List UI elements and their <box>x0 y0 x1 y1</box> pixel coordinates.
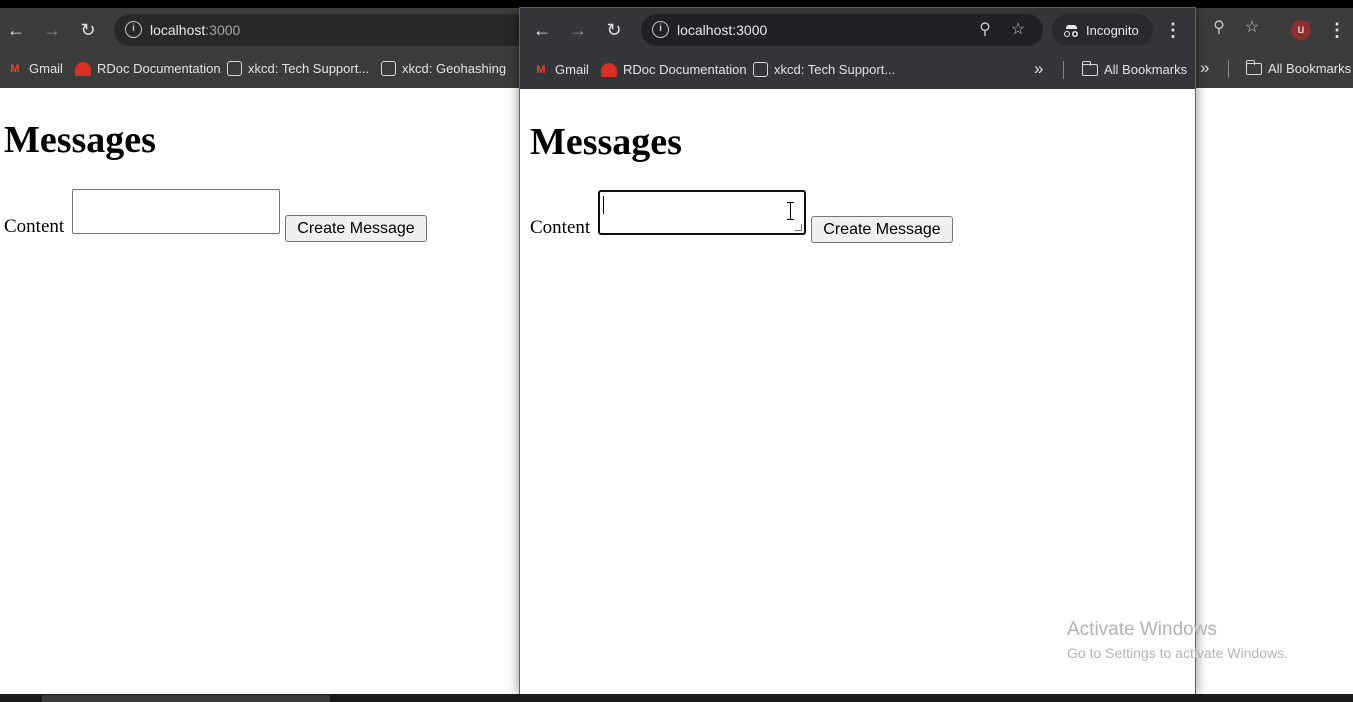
bookmark-star-icon[interactable]: ☆ <box>1241 17 1263 39</box>
incognito-icon <box>1064 24 1079 37</box>
url-port: :3000 <box>205 22 241 38</box>
bookmarks-separator <box>1228 60 1229 78</box>
xkcd-icon <box>381 61 396 76</box>
back-arrow-icon[interactable]: ← <box>529 17 555 43</box>
address-bar[interactable]: i localhost:3000 ⚲ ☆ <box>641 14 1043 46</box>
browser-window-incognito: ← → ↻ i localhost:3000 ⚲ ☆ Incognito ⋮ M… <box>519 7 1196 695</box>
xkcd-icon <box>227 61 242 76</box>
create-message-button[interactable]: Create Message <box>811 216 953 243</box>
bookmark-xkcd-tech-support[interactable]: xkcd: Tech Support... <box>227 61 369 76</box>
bookmark-star-icon[interactable]: ☆ <box>1007 19 1029 41</box>
browser-menu-icon[interactable]: ⋮ <box>1162 17 1184 43</box>
bookmark-label: xkcd: Geohashing <box>402 61 507 76</box>
resize-grip-icon[interactable] <box>795 224 802 231</box>
bookmark-gmail[interactable]: M Gmail <box>7 61 63 76</box>
page-content: Messages Content Create Message <box>520 89 1195 694</box>
rdoc-icon <box>601 62 617 77</box>
folder-icon <box>1081 60 1098 76</box>
rdoc-icon <box>75 61 91 76</box>
gmail-icon: M <box>10 62 20 75</box>
reload-icon[interactable]: ↻ <box>601 17 627 43</box>
zoom-icon[interactable]: ⚲ <box>1208 17 1230 39</box>
gmail-icon: M <box>536 63 546 76</box>
address-bar-url: localhost:3000 <box>677 22 768 38</box>
bookmark-label: xkcd: Tech Support... <box>774 62 896 77</box>
page-title: Messages <box>4 119 156 161</box>
bookmark-xkcd-tech-support[interactable]: xkcd: Tech Support... <box>753 62 895 77</box>
all-bookmarks-label: All Bookmarks <box>1104 62 1188 77</box>
create-message-button[interactable]: Create Message <box>285 215 427 242</box>
xkcd-icon <box>753 62 768 77</box>
all-bookmarks-button[interactable]: All Bookmarks <box>1081 60 1188 77</box>
forward-arrow-icon[interactable]: → <box>39 17 65 43</box>
all-bookmarks-label: All Bookmarks <box>1268 61 1352 76</box>
bookmarks-separator <box>1063 61 1064 79</box>
address-bar[interactable]: i localhost:3000 <box>114 14 534 46</box>
content-label: Content <box>4 216 65 237</box>
content-textarea[interactable] <box>598 190 806 235</box>
content-textarea[interactable] <box>72 189 280 234</box>
page-title: Messages <box>530 121 682 163</box>
incognito-indicator[interactable]: Incognito <box>1052 14 1153 46</box>
ibeam-cursor-icon <box>786 202 795 220</box>
address-bar-url: localhost:3000 <box>150 22 240 38</box>
folder-icon <box>1245 59 1262 75</box>
reload-icon[interactable]: ↻ <box>75 17 101 43</box>
back-arrow-icon[interactable]: ← <box>3 17 29 43</box>
bookmark-rdoc[interactable]: RDoc Documentation <box>75 61 221 76</box>
bookmark-label: xkcd: Tech Support... <box>248 61 370 76</box>
browser-menu-icon[interactable]: ⋮ <box>1326 17 1348 43</box>
bookmark-label: Gmail <box>29 61 63 76</box>
url-host: localhost <box>150 22 206 38</box>
content-label: Content <box>530 217 591 238</box>
text-caret <box>603 196 604 214</box>
more-bookmarks-chevron-icon[interactable]: » <box>1200 58 1209 78</box>
bookmark-label: RDoc Documentation <box>97 61 221 76</box>
bookmark-label: Gmail <box>555 62 589 77</box>
bookmark-rdoc[interactable]: RDoc Documentation <box>601 62 747 77</box>
site-info-icon[interactable]: i <box>125 21 142 38</box>
forward-arrow-icon[interactable]: → <box>565 17 591 43</box>
bookmarks-bar: M Gmail RDoc Documentation xkcd: Tech Su… <box>520 52 1195 89</box>
all-bookmarks-button[interactable]: All Bookmarks <box>1245 59 1352 76</box>
taskbar <box>0 694 1353 702</box>
profile-avatar[interactable]: u <box>1291 20 1311 40</box>
bookmark-gmail[interactable]: M Gmail <box>533 62 589 77</box>
browser-toolbar: ← → ↻ i localhost:3000 ⚲ ☆ Incognito ⋮ <box>520 8 1195 52</box>
zoom-icon[interactable]: ⚲ <box>974 19 996 41</box>
bookmark-label: RDoc Documentation <box>623 62 747 77</box>
taskbar-active-item[interactable] <box>42 695 330 702</box>
more-bookmarks-chevron-icon[interactable]: » <box>1034 59 1043 79</box>
incognito-label: Incognito <box>1086 22 1139 38</box>
bookmark-xkcd-geohashing[interactable]: xkcd: Geohashing <box>381 61 506 76</box>
site-info-icon[interactable]: i <box>652 21 669 38</box>
